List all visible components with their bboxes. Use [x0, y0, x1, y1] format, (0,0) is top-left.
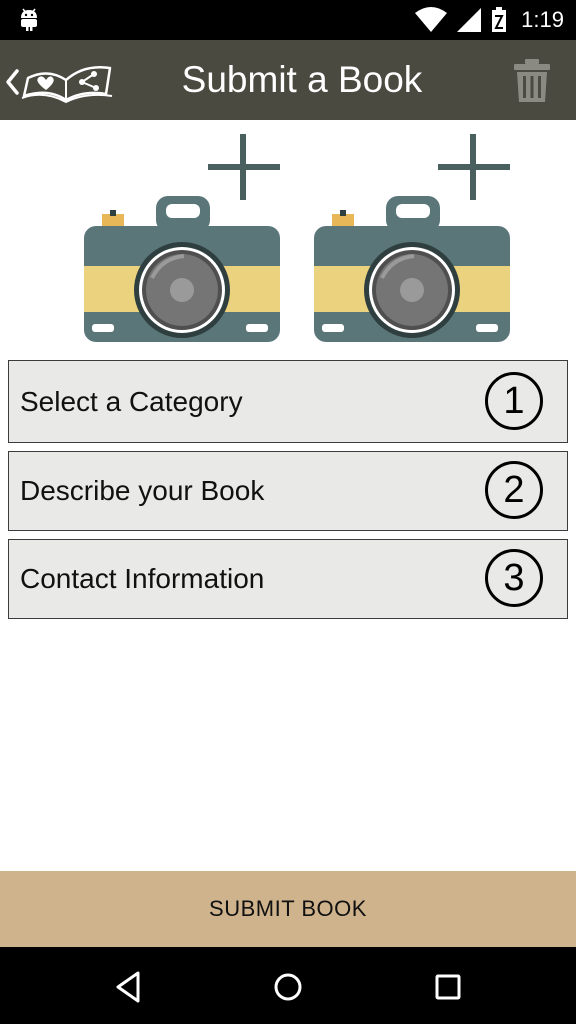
- app-bar: Submit a Book: [0, 40, 576, 120]
- add-photo-button-2[interactable]: [312, 132, 512, 344]
- step-select-category[interactable]: Select a Category 1: [8, 360, 568, 443]
- page-title: Submit a Book: [181, 59, 423, 100]
- submit-book-button[interactable]: SUBMIT BOOK: [0, 871, 576, 947]
- android-icon: [21, 8, 37, 31]
- status-time: 1:19: [521, 7, 564, 32]
- step-label: Select a Category: [20, 385, 243, 417]
- status-bar: 1:19: [0, 0, 576, 40]
- battery-icon: [492, 7, 507, 32]
- trash-icon[interactable]: [512, 58, 552, 104]
- step-describe-book[interactable]: Describe your Book 2: [8, 451, 568, 531]
- submit-book-label: SUBMIT BOOK: [209, 896, 367, 921]
- recents-square-icon[interactable]: [428, 967, 468, 1007]
- step-contact-information[interactable]: Contact Information 3: [8, 539, 568, 619]
- step-label: Describe your Book: [20, 475, 265, 506]
- add-photo-camera-icon: [84, 134, 280, 342]
- step-number-badge: 3: [485, 549, 543, 607]
- step-label: Contact Information: [20, 563, 265, 594]
- signal-icon: [457, 8, 482, 32]
- add-photo-button-1[interactable]: [82, 132, 282, 344]
- step-number-badge: 2: [485, 461, 543, 519]
- step-number-badge: 1: [485, 372, 543, 430]
- system-nav-bar: [0, 947, 576, 1024]
- home-circle-icon[interactable]: [268, 967, 308, 1007]
- back-triangle-icon[interactable]: [108, 967, 148, 1007]
- add-photo-camera-icon: [314, 134, 510, 342]
- wifi-icon: [415, 7, 448, 32]
